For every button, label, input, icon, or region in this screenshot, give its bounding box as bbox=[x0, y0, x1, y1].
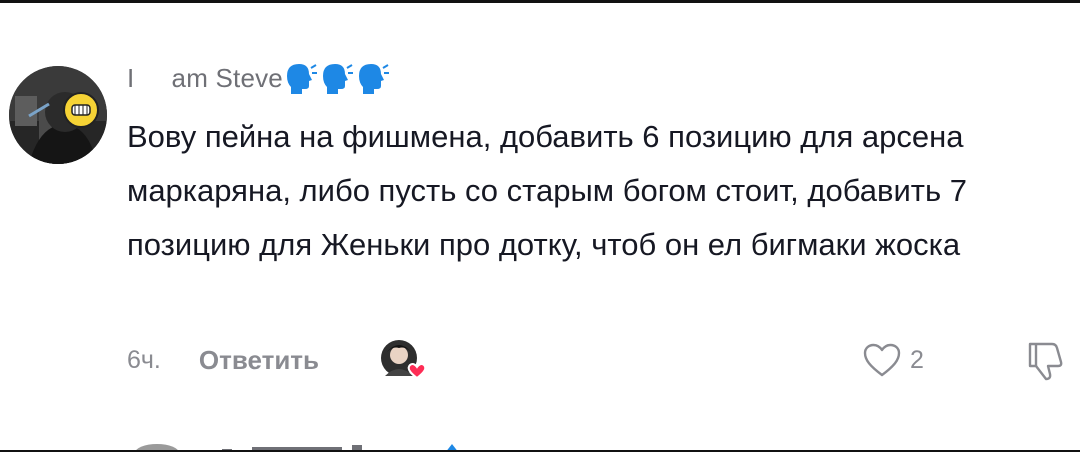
comment-username[interactable]: I am Steve bbox=[127, 60, 391, 96]
top-divider bbox=[0, 0, 1080, 3]
username-emojis bbox=[283, 60, 391, 96]
heart-outline-icon bbox=[863, 343, 901, 377]
comment-meta: 6ч. Ответить bbox=[127, 340, 431, 380]
speaking-head-icon bbox=[322, 64, 353, 94]
comment-time: 6ч. bbox=[127, 345, 161, 374]
username-text: I am Steve bbox=[127, 62, 283, 93]
user-avatar[interactable] bbox=[9, 66, 107, 164]
speaking-head-icon bbox=[358, 64, 389, 94]
like-count: 2 bbox=[910, 345, 924, 374]
reply-button[interactable]: Ответить bbox=[199, 345, 319, 376]
comment-text: Вову пейна на фишмена, добавить 6 позици… bbox=[127, 119, 976, 262]
like-button[interactable]: 2 bbox=[862, 340, 924, 380]
dislike-button[interactable] bbox=[1022, 338, 1070, 382]
creator-liked-icon bbox=[379, 338, 431, 382]
speaking-head-icon bbox=[286, 64, 317, 94]
thumbs-down-icon bbox=[1028, 342, 1063, 381]
